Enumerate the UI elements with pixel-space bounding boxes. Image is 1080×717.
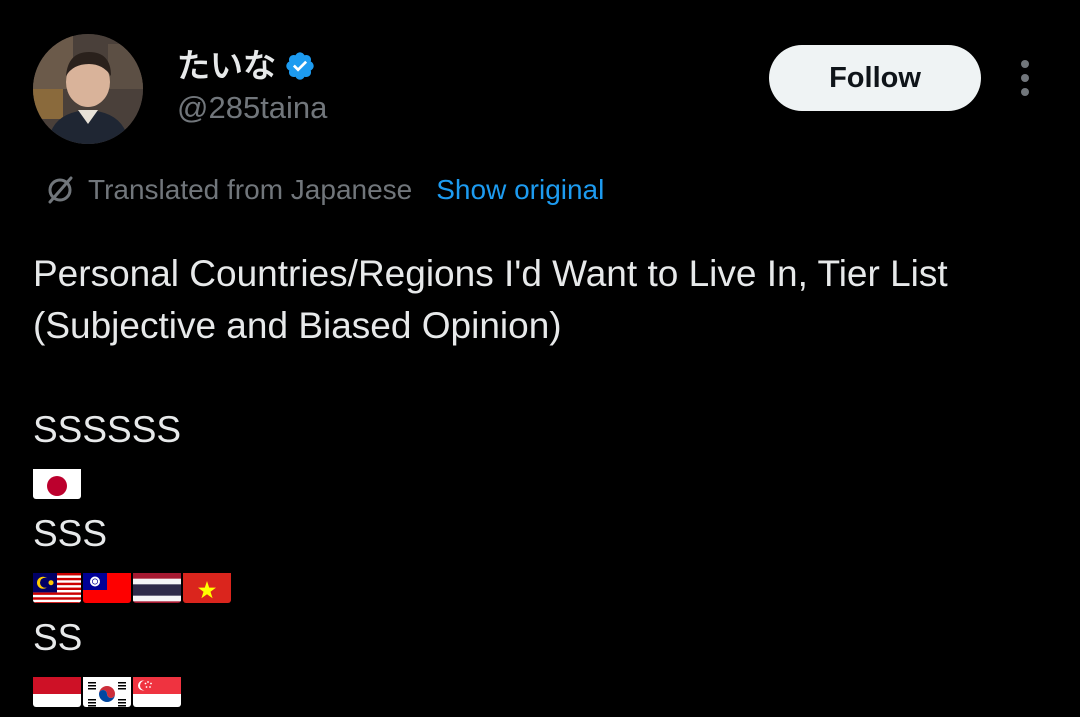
more-dot [1021, 60, 1029, 68]
display-name[interactable]: たいな [177, 46, 276, 86]
avatar[interactable] [33, 34, 143, 144]
singapore-flag-icon [133, 673, 181, 707]
show-original-link[interactable]: Show original [436, 170, 604, 210]
more-dot [1021, 74, 1029, 82]
vietnam-flag-icon [183, 569, 231, 603]
tier-flags [33, 664, 1053, 716]
more-vertical-icon[interactable] [1008, 58, 1042, 98]
tier-flags [33, 456, 1053, 508]
follow-button[interactable]: Follow [769, 45, 981, 111]
translated-from-label: Translated from Japanese [88, 174, 413, 205]
author-name-row[interactable]: たいな [177, 46, 316, 86]
more-dot [1021, 88, 1029, 96]
tier-label: SSSSSS [33, 409, 182, 450]
japan-flag-icon [33, 465, 81, 499]
tier-flags [33, 560, 1053, 612]
tier-label: SSS [33, 513, 108, 554]
tweet-title-line-2: (Subjective and Biased Opinion) [33, 305, 562, 346]
south-korea-flag-icon [83, 673, 131, 707]
translation-row: Translated from Japanese Show original [44, 170, 604, 210]
taiwan-flag-icon [83, 569, 131, 603]
tweet-text: Personal Countries/Regions I'd Want to L… [33, 248, 1053, 716]
avatar-image [33, 34, 143, 144]
indonesia-flag-icon [33, 673, 81, 707]
verified-badge-icon [286, 52, 314, 80]
translate-icon [48, 176, 73, 204]
tier-label: SS [33, 617, 83, 658]
thailand-flag-icon [133, 569, 181, 603]
tweet-title-line-1: Personal Countries/Regions I'd Want to L… [33, 253, 948, 294]
author-handle[interactable]: @285taina [177, 88, 327, 128]
malaysia-flag-icon [33, 569, 81, 603]
